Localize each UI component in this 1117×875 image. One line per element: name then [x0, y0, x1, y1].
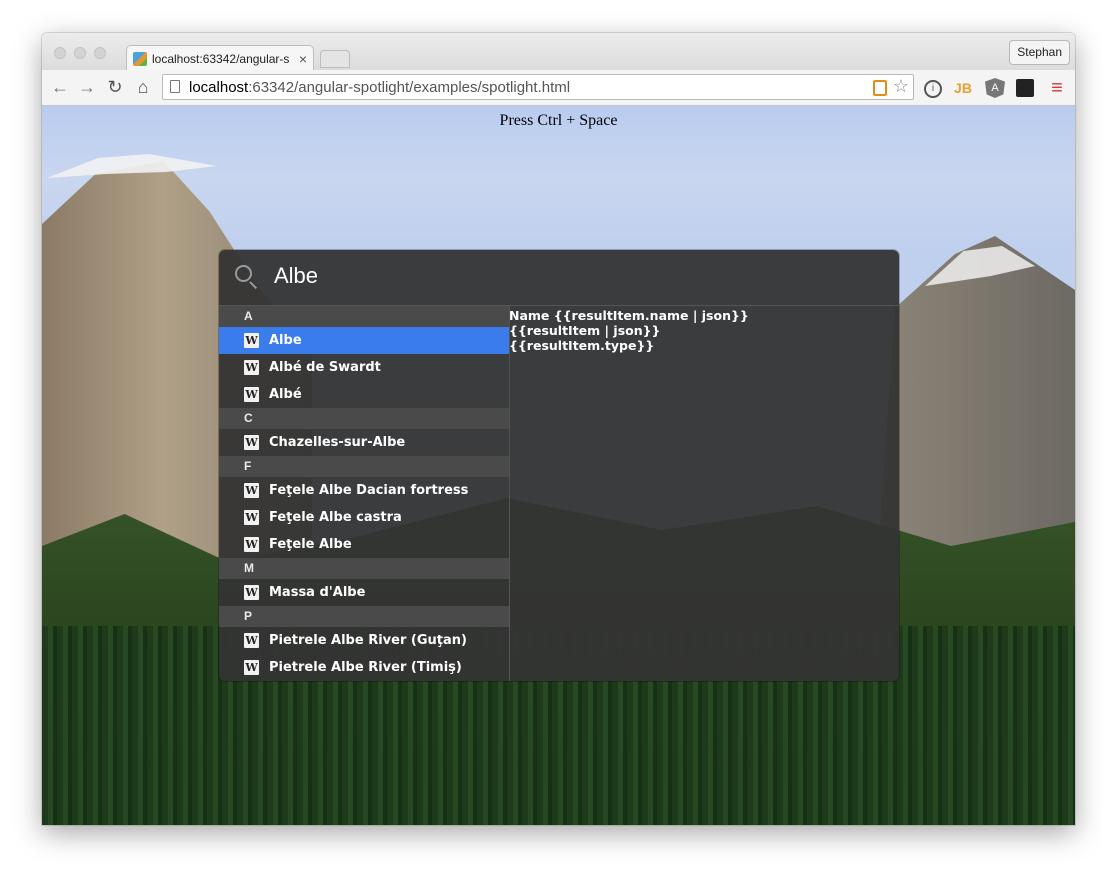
group-header: P	[219, 606, 509, 627]
new-tab-button[interactable]	[320, 50, 350, 68]
result-item[interactable]: W Albé	[219, 381, 509, 408]
spotlight-panel: Albe A W Albe W Albé de Swardt W Albé C W Chazell…	[219, 250, 899, 681]
result-item-label: Pietrele Albe River (Guţan)	[269, 633, 467, 648]
browser-tab[interactable]: localhost:63342/angular-s ×	[126, 45, 314, 71]
wikipedia-icon: W	[244, 435, 259, 450]
result-item-label: Feţele Albe Dacian fortress	[269, 483, 469, 498]
home-icon[interactable]: ⌂	[133, 77, 153, 97]
group-header: C	[219, 408, 509, 429]
spotlight-search-bar[interactable]: Albe	[219, 250, 899, 306]
back-icon[interactable]: ←	[50, 77, 70, 97]
search-input[interactable]: Albe	[274, 263, 318, 289]
result-item-label: Albé de Swardt	[269, 360, 381, 375]
page-icon	[170, 80, 180, 93]
tab-close-icon[interactable]: ×	[299, 51, 307, 67]
wikipedia-icon: W	[244, 360, 259, 375]
result-item-label: Chazelles-sur-Albe	[269, 435, 406, 450]
wikipedia-icon: W	[244, 660, 259, 675]
browser-toolbar: ← → ↻ ⌂ localhost:63342/angular-spotligh…	[42, 70, 1075, 106]
jetbrains-icon[interactable]: JB	[953, 78, 973, 98]
bookmark-star-icon[interactable]: ☆	[893, 76, 909, 97]
menu-icon[interactable]: ≡	[1047, 78, 1067, 98]
detail-line: Name {{resultItem.name | json}}	[509, 308, 749, 323]
detail-line: {{resultItem.type}}	[509, 338, 655, 353]
glasses-icon[interactable]	[1016, 79, 1034, 97]
detail-line: {{resultItem | json}}	[509, 323, 661, 338]
group-header: F	[219, 456, 509, 477]
forward-icon[interactable]: →	[77, 77, 97, 97]
rss-icon[interactable]	[873, 80, 887, 96]
result-item-label: Pietrele Albe River (Timiş)	[269, 660, 462, 675]
result-detail: Name {{resultItem.name | json}} {{resultI…	[509, 306, 899, 681]
result-item-label: Feţele Albe castra	[269, 510, 402, 525]
result-item-label: Massa d'Albe	[269, 585, 366, 600]
window-controls	[54, 47, 106, 59]
wikipedia-icon: W	[244, 510, 259, 525]
result-item[interactable]: W Feţele Albe	[219, 531, 509, 558]
result-item[interactable]: W Chazelles-sur-Albe	[219, 429, 509, 456]
wikipedia-icon: W	[244, 333, 259, 348]
profile-button[interactable]: Stephan	[1009, 40, 1070, 65]
wikipedia-icon: W	[244, 633, 259, 648]
page-hint: Press Ctrl + Space	[499, 112, 618, 129]
browser-window: localhost:63342/angular-s × Stephan ← → …	[42, 33, 1075, 825]
tab-strip: localhost:63342/angular-s × Stephan	[42, 33, 1075, 71]
address-bar[interactable]: localhost:63342/angular-spotlight/exampl…	[162, 74, 914, 100]
result-item[interactable]: W Feţele Albe castra	[219, 504, 509, 531]
wikipedia-icon: W	[244, 483, 259, 498]
wikipedia-icon: W	[244, 585, 259, 600]
result-item-label: Albe	[269, 333, 302, 348]
group-header: A	[219, 306, 509, 327]
result-item[interactable]: W Feţele Albe Dacian fortress	[219, 477, 509, 504]
wikipedia-icon: W	[244, 387, 259, 402]
minimize-window-button[interactable]	[74, 47, 86, 59]
result-item[interactable]: W Massa d'Albe	[219, 579, 509, 606]
search-icon	[235, 265, 252, 282]
page-content: Press Ctrl + Space Albe A W Albe W Albé de S…	[42, 106, 1075, 825]
close-window-button[interactable]	[54, 47, 66, 59]
result-item[interactable]: W Pietrele Albe River (Guţan)	[219, 627, 509, 654]
result-item-label: Feţele Albe	[269, 537, 352, 552]
info-icon[interactable]: i	[924, 80, 942, 98]
reload-icon[interactable]: ↻	[105, 77, 125, 97]
angular-icon[interactable]: A	[985, 78, 1005, 98]
group-header: M	[219, 558, 509, 579]
wikipedia-icon: W	[244, 537, 259, 552]
result-item[interactable]: W Albe	[219, 327, 509, 354]
url-text[interactable]: localhost:63342/angular-spotlight/exampl…	[189, 79, 570, 96]
tab-title: localhost:63342/angular-s	[152, 51, 290, 66]
zoom-window-button[interactable]	[94, 47, 106, 59]
favicon-icon	[133, 51, 147, 66]
result-item[interactable]: W Pietrele Albe River (Timiş)	[219, 654, 509, 681]
result-item-label: Albé	[269, 387, 302, 402]
result-item[interactable]: W Albé de Swardt	[219, 354, 509, 381]
results-list: A W Albe W Albé de Swardt W Albé C W Chazelles-su…	[219, 306, 510, 681]
